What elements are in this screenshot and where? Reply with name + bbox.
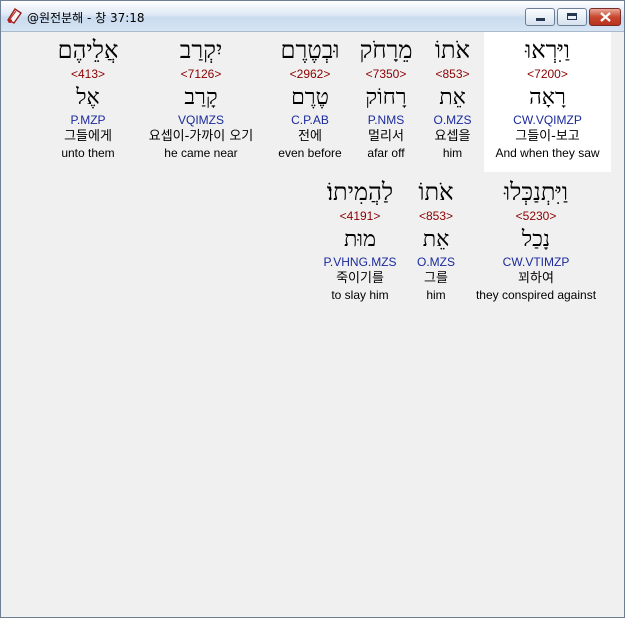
english-gloss: he came near <box>164 146 238 160</box>
strong-number[interactable]: <7200> <box>484 67 611 81</box>
minimize-button[interactable] <box>525 8 555 26</box>
english-gloss: even before <box>278 146 342 160</box>
korean-gloss: 그들에게 <box>64 129 112 144</box>
korean-gloss: 요셉을 <box>434 129 471 144</box>
english-gloss: unto them <box>61 146 115 160</box>
strong-number[interactable]: <7126> <box>133 67 269 81</box>
app-window: @원전분해 - 창 37:18 וַיִּרְאוּ <7200> רָאָה … <box>0 0 625 618</box>
hebrew-word: מֵרָחֹק <box>359 36 413 64</box>
word-block[interactable]: לַהֲמִיתוֹ׃ <4191> מוּת P.VHNG.MZS 죽이기를 … <box>313 177 407 302</box>
word-block[interactable]: וַיִּרְאוּ <7200> רָאָה CW.VQIMZP 그들이-보고… <box>484 35 611 160</box>
verse-analysis-view[interactable]: וַיִּרְאוּ <7200> רָאָה CW.VQIMZP 그들이-보고… <box>5 32 620 614</box>
korean-gloss: 전에 <box>298 129 322 144</box>
word-block[interactable]: אֹתוֹ <853> אֵת O.MZS 요셉을 him <box>421 35 484 160</box>
korean-gloss: 멀리서 <box>368 129 404 144</box>
morphology-code: O.MZS <box>433 113 472 127</box>
strong-number[interactable]: <7350> <box>351 67 421 81</box>
lemma: אֵת <box>422 227 450 252</box>
lemma: נָכַל <box>521 227 551 252</box>
window-title: @원전분해 - 창 37:18 <box>27 11 145 25</box>
lemma: רָאָה <box>529 85 566 110</box>
english-gloss: And when they saw <box>495 146 600 160</box>
hebrew-word: לַהֲמִיתוֹ׃ <box>326 178 394 206</box>
minimize-icon <box>536 18 545 21</box>
word-block[interactable]: אֹתוֹ <853> אֵת O.MZS 그를 him <box>407 177 465 302</box>
morphology-code: P.NMS <box>367 113 405 127</box>
hebrew-word: אֹתוֹ <box>434 36 471 64</box>
close-button[interactable] <box>589 8 621 26</box>
strong-number[interactable]: <853> <box>421 67 484 81</box>
korean-gloss: 죽이기를 <box>336 271 384 286</box>
hebrew-word: אֹתוֹ <box>418 178 454 206</box>
morphology-code: CW.VQIMZP <box>513 113 582 127</box>
hebrew-word: יִקְרַב <box>179 36 223 64</box>
app-icon[interactable] <box>5 7 23 25</box>
hebrew-word: וַיִּתְנַכְּלוּ <box>504 178 568 206</box>
word-block[interactable]: אֲלֵיהֶם <413> אֶל P.MZP 그들에게 unto them <box>53 35 123 160</box>
lemma: אֶל <box>76 85 100 110</box>
close-icon <box>600 12 611 22</box>
korean-gloss: 요셉이-가까이 오기 <box>148 129 254 144</box>
strong-number[interactable]: <4191> <box>313 209 407 223</box>
morphology-code: C.P.AB <box>291 113 329 127</box>
lemma: מוּת <box>343 227 377 252</box>
korean-gloss: 그들이-보고 <box>515 129 580 144</box>
strong-number[interactable]: <2962> <box>269 67 351 81</box>
word-block[interactable]: וַיִּתְנַכְּלוּ <5230> נָכַל CW.VTIMZP 꾀… <box>467 177 605 302</box>
korean-gloss: 그를 <box>424 271 448 286</box>
morphology-code: P.VHNG.MZS <box>323 255 397 269</box>
title-bar[interactable]: @원전분해 - 창 37:18 <box>1 1 624 32</box>
hebrew-word: אֲלֵיהֶם <box>57 36 119 64</box>
english-gloss: to slay him <box>331 288 389 302</box>
hebrew-word: וַיִּרְאוּ <box>525 36 570 64</box>
english-gloss: him <box>426 288 446 302</box>
lemma: טֶרֶם <box>291 85 329 110</box>
lemma: קָרַב <box>184 85 218 110</box>
maximize-button[interactable] <box>557 8 587 26</box>
english-gloss: they conspired against <box>475 288 597 302</box>
strong-number[interactable]: <853> <box>407 209 465 223</box>
morphology-code: O.MZS <box>417 255 455 269</box>
word-block[interactable]: וּבְטֶרֶם <2962> טֶרֶם C.P.AB 전에 even be… <box>269 35 351 160</box>
english-gloss: afar off <box>367 146 405 160</box>
morphology-code: CW.VTIMZP <box>502 255 570 269</box>
hebrew-word: וּבְטֶרֶם <box>280 36 340 64</box>
lemma: אֵת <box>439 85 466 110</box>
morphology-code: P.MZP <box>70 113 106 127</box>
morphology-code: VQIMZS <box>177 113 224 127</box>
maximize-icon <box>567 13 577 20</box>
word-block[interactable]: מֵרָחֹק <7350> רָחוֹק P.NMS 멀리서 afar off <box>351 35 421 160</box>
korean-gloss: 꾀하여 <box>518 271 554 286</box>
lemma: רָחוֹק <box>365 85 407 110</box>
strong-number[interactable]: <413> <box>53 67 123 81</box>
strong-number[interactable]: <5230> <box>467 209 605 223</box>
english-gloss: him <box>442 146 463 160</box>
word-block[interactable]: יִקְרַב <7126> קָרַב VQIMZS 요셉이-가까이 오기 h… <box>133 35 269 160</box>
